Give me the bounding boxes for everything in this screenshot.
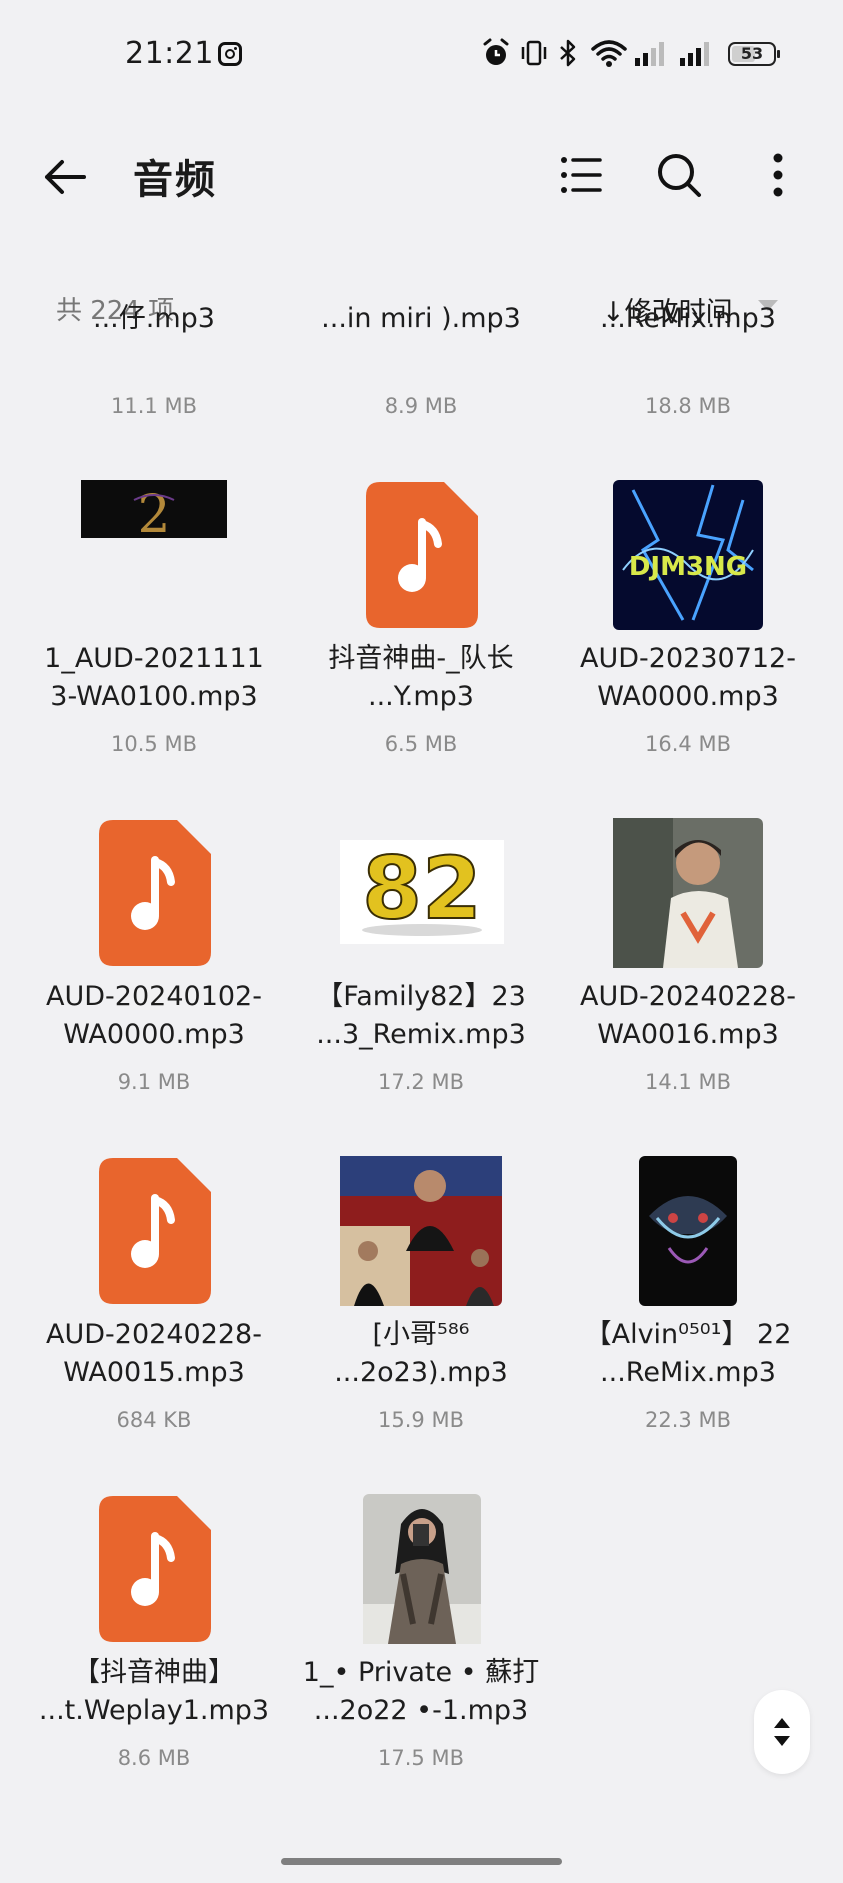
file-item[interactable]: 82 【Family82】23 ...3_Remix.mp3 17.2 MB [288, 818, 554, 1098]
file-size: 11.1 MB [111, 394, 197, 418]
file-name-line1: 【Family82】23 [316, 981, 526, 1012]
file-item[interactable]: AUD-20240102- WA0000.mp3 9.1 MB [21, 818, 287, 1098]
music-file-icon [99, 1158, 211, 1304]
album-art-thumbnail [613, 818, 763, 968]
wifi-icon [591, 40, 627, 67]
file-name-line1: ...in miri ).mp3 [321, 303, 521, 334]
file-size: 14.1 MB [645, 1070, 731, 1094]
album-art-thumbnail: 82 [340, 840, 504, 944]
fast-scroll-handle[interactable] [754, 1690, 810, 1774]
file-name-line1: 【Alvin⁰⁵⁰¹】 22 [584, 1319, 792, 1350]
album-art-thumbnail [363, 1494, 481, 1644]
file-size: 16.4 MB [645, 732, 731, 756]
search-icon[interactable] [654, 150, 704, 200]
file-name-line1: ...仔.mp3 [93, 303, 215, 334]
music-file-icon [99, 820, 211, 966]
app-bar: 音频 [0, 130, 843, 220]
file-name-line2: ...2o22 •-1.mp3 [313, 1695, 529, 1726]
file-item[interactable]: 【Alvin⁰⁵⁰¹】 22 ...ReMix.mp3 22.3 MB [555, 1156, 821, 1436]
music-file-icon [99, 1496, 211, 1642]
status-bar: 21:21 53 [0, 0, 843, 110]
file-item[interactable]: 【抖音神曲】 ...t.Weplay1.mp3 8.6 MB [21, 1494, 287, 1774]
scroll-up-down-icon [774, 1718, 790, 1746]
file-size: 8.6 MB [117, 1746, 191, 1770]
file-size: 15.9 MB [378, 1408, 464, 1432]
file-size: 17.5 MB [378, 1746, 464, 1770]
file-name-line2: WA0015.mp3 [63, 1357, 245, 1388]
file-size: 8.9 MB [384, 394, 458, 418]
home-indicator[interactable] [281, 1858, 562, 1865]
file-item[interactable]: [小哥⁵⁸⁶ ...2o23).mp3 15.9 MB [288, 1156, 554, 1436]
more-vert-icon[interactable] [753, 150, 803, 200]
list-view-icon[interactable] [556, 150, 606, 200]
file-name-line1: 【抖音神曲】 [73, 1657, 235, 1688]
file-size: 6.5 MB [384, 732, 458, 756]
file-item[interactable]: 抖音神曲-_队长 ...Y.mp3 6.5 MB [288, 480, 554, 760]
file-name-line2: 3-WA0100.mp3 [50, 681, 258, 712]
status-time: 21:21 [125, 36, 214, 71]
battery-level: 53 [740, 44, 764, 63]
vibrate-icon [521, 40, 547, 66]
bluetooth-icon [560, 39, 576, 67]
file-item[interactable]: 2 1_AUD-2021111 3-WA0100.mp3 10.5 MB [21, 480, 287, 760]
file-item[interactable]: AUD-20240228- WA0016.mp3 14.1 MB [555, 818, 821, 1098]
file-name-line1: AUD-20240102- [46, 981, 262, 1012]
file-size: 10.5 MB [111, 732, 197, 756]
file-name-line2: ...ReMix.mp3 [600, 1357, 776, 1388]
file-name-line1: [小哥⁵⁸⁶ [372, 1319, 470, 1350]
battery-icon: 53 [728, 42, 780, 66]
file-name-line2: ...Y.mp3 [368, 681, 474, 712]
file-name-line1: 抖音神曲-_队长 [328, 643, 514, 674]
music-file-icon [366, 482, 478, 628]
file-size: 684 KB [116, 1408, 192, 1432]
album-art-thumbnail: DJM3NG [613, 480, 763, 630]
file-name-line1: ...ReMix.mp3 [600, 303, 776, 334]
file-name-line1: AUD-20230712- [580, 643, 796, 674]
file-size: 9.1 MB [117, 1070, 191, 1094]
album-art-thumbnail [639, 1156, 737, 1306]
page-title: 音频 [133, 157, 217, 203]
file-name-line2: ...t.Weplay1.mp3 [38, 1695, 270, 1726]
album-art-thumbnail [340, 1156, 502, 1306]
signal-icon [635, 42, 664, 66]
file-item[interactable]: 1_• Private • 蘇打 ...2o22 •-1.mp3 17.5 MB [288, 1494, 554, 1774]
file-item[interactable]: DJM3NG AUD-20230712- WA0000.mp3 16.4 MB [555, 480, 821, 760]
file-name-line2: WA0016.mp3 [597, 1019, 779, 1050]
back-arrow-icon[interactable] [40, 152, 90, 202]
file-name-line1: 1_AUD-2021111 [44, 643, 264, 674]
file-size: 18.8 MB [645, 394, 731, 418]
file-name-line2: ...3_Remix.mp3 [316, 1019, 526, 1050]
file-name-line2: ...2o23).mp3 [334, 1357, 508, 1388]
instagram-icon [218, 42, 242, 66]
svg-text:DJM3NG: DJM3NG [629, 552, 747, 582]
file-name-line1: 1_• Private • 蘇打 [302, 1657, 540, 1688]
file-name-line2: WA0000.mp3 [63, 1019, 245, 1050]
file-size: 17.2 MB [378, 1070, 464, 1094]
file-size: 22.3 MB [645, 1408, 731, 1432]
file-name-line1: AUD-20240228- [46, 1319, 262, 1350]
file-name-line2: WA0000.mp3 [597, 681, 779, 712]
file-item[interactable]: AUD-20240228- WA0015.mp3 684 KB [21, 1156, 287, 1436]
file-name-line1: AUD-20240228- [580, 981, 796, 1012]
alarm-icon [483, 38, 509, 65]
signal-icon [680, 42, 709, 66]
album-art-thumbnail: 2 [81, 480, 227, 545]
